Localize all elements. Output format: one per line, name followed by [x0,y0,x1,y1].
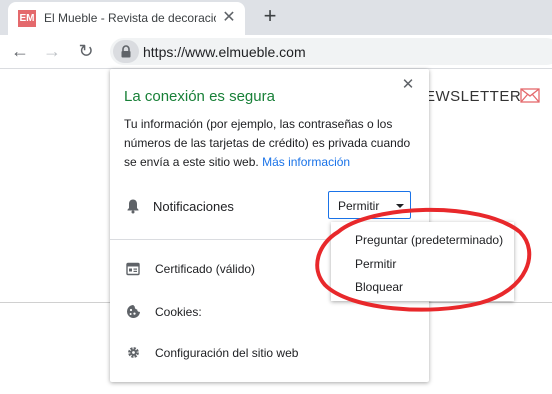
connection-secure-title: La conexión es segura [124,88,275,105]
tab-strip: EM El Mueble - Revista de decoración ✕ + [0,0,552,35]
certificate-link[interactable]: Certificado (válido) [155,262,255,276]
notifications-select[interactable]: Permitir [328,191,411,219]
notifications-label: Notificaciones [153,199,234,214]
site-info-button[interactable] [113,40,139,63]
mail-icon[interactable] [520,88,540,103]
select-arrow-icon [396,204,404,208]
newsletter-link[interactable]: EWSLETTER [425,88,521,105]
lock-icon [121,45,131,58]
permission-dropdown: Preguntar (predeterminado) Permitir Bloq… [331,222,514,301]
back-button[interactable]: ← [8,39,32,63]
tab-title: El Mueble - Revista de decoración [44,11,216,25]
bell-icon [127,199,139,214]
notifications-select-value: Permitir [338,199,380,213]
option-ask-default[interactable]: Preguntar (predeterminado) [355,233,503,247]
reload-button[interactable]: ↻ [74,39,98,63]
more-info-link[interactable]: Más información [262,155,350,169]
browser-tab[interactable]: EM El Mueble - Revista de decoración ✕ [8,2,245,35]
option-block[interactable]: Bloquear [355,280,403,294]
cookies-link[interactable]: Cookies: [155,305,202,319]
connection-description: Tu información (por ejemplo, las contras… [124,115,416,172]
option-allow[interactable]: Permitir [355,257,396,271]
site-settings-link[interactable]: Configuración del sitio web [155,346,298,360]
site-favicon-icon: EM [18,10,36,27]
tab-close-icon[interactable]: ✕ [221,10,237,26]
popup-close-icon[interactable]: ✕ [397,74,419,96]
certificate-icon [126,262,140,276]
url-text[interactable]: https://www.elmueble.com [143,44,306,60]
cookie-icon [127,305,140,318]
gear-icon [128,347,139,358]
browser-toolbar: ← → ↻ https://www.elmueble.com [0,35,552,69]
forward-button[interactable]: → [40,39,64,63]
address-bar[interactable]: https://www.elmueble.com [110,38,552,65]
new-tab-button[interactable]: + [258,4,282,28]
